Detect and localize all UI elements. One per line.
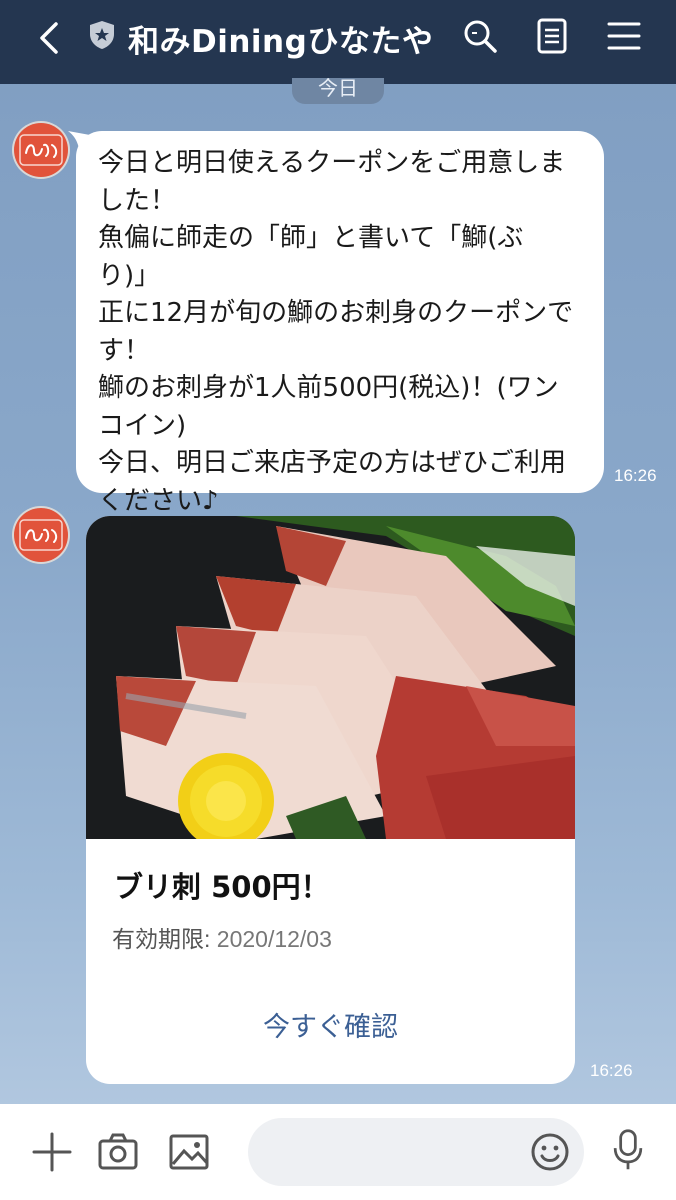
date-label: 今日 bbox=[318, 78, 358, 100]
date-separator: 今日 bbox=[292, 78, 384, 104]
message-time: 16:26 bbox=[614, 466, 657, 485]
expiry-date: 2020/12/03 bbox=[216, 926, 332, 952]
coupon-expiry: 有効期限: 2020/12/03 bbox=[112, 920, 332, 954]
logo-icon bbox=[19, 519, 63, 551]
expiry-label: 有効期限: bbox=[112, 926, 211, 952]
message-time: 16:26 bbox=[590, 1061, 633, 1080]
notes-icon[interactable] bbox=[532, 16, 572, 56]
search-icon[interactable] bbox=[460, 16, 500, 56]
mic-icon[interactable] bbox=[606, 1128, 650, 1172]
message-text: 今日と明日使えるクーポンをご用意しました！ 魚偏に師走の「師」と書いて「鰤(ぶり… bbox=[98, 148, 574, 516]
menu-icon[interactable] bbox=[604, 16, 644, 56]
emoji-icon[interactable] bbox=[528, 1130, 572, 1174]
back-chevron-icon[interactable] bbox=[30, 18, 70, 58]
plus-icon[interactable] bbox=[30, 1130, 74, 1174]
coupon-photo bbox=[86, 516, 575, 839]
image-icon[interactable] bbox=[167, 1130, 211, 1174]
input-bar bbox=[0, 1104, 676, 1200]
chat-header: 和みDiningひなたや bbox=[0, 0, 676, 84]
sender-avatar[interactable] bbox=[14, 123, 68, 177]
shield-star-icon bbox=[90, 21, 114, 49]
coupon-card[interactable]: ブリ刺 500円！ 有効期限: 2020/12/03 今すぐ確認 bbox=[86, 516, 575, 1084]
confirm-now-button[interactable]: 今すぐ確認 bbox=[86, 996, 575, 1060]
sender-avatar[interactable] bbox=[14, 508, 68, 562]
coupon-title: ブリ刺 500円！ bbox=[114, 870, 330, 904]
camera-icon[interactable] bbox=[96, 1130, 140, 1174]
message-bubble[interactable]: 今日と明日使えるクーポンをご用意しました！ 魚偏に師走の「師」と書いて「鰤(ぶり… bbox=[76, 131, 604, 516]
logo-icon bbox=[19, 134, 63, 166]
chat-title: 和みDiningひなたや bbox=[128, 24, 434, 60]
